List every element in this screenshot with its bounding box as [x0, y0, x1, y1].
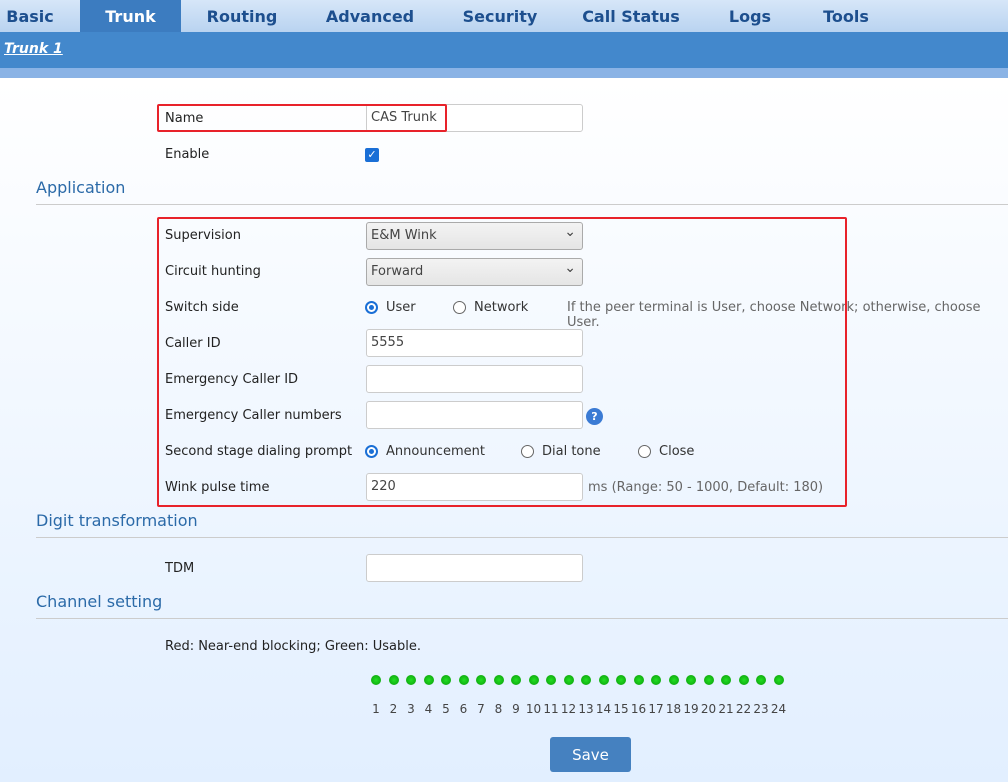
channel-status-11 — [546, 675, 556, 685]
enable-checkbox[interactable]: ✓ — [365, 148, 379, 162]
channel-status-21 — [721, 675, 731, 685]
channel-status-17 — [651, 675, 661, 685]
channel-number: 6 — [459, 702, 468, 716]
channel-status-8 — [493, 675, 504, 685]
channel-status-7 — [476, 675, 486, 685]
tab-routing[interactable]: Routing — [192, 0, 292, 32]
channel-number: 21 — [718, 702, 734, 716]
tab-trunk[interactable]: Trunk — [80, 0, 181, 32]
trunk-1-link[interactable]: Trunk 1 — [4, 41, 63, 57]
channel-status-5 — [441, 675, 451, 685]
channel-status-20 — [703, 675, 714, 685]
channel-number: 16 — [630, 702, 647, 716]
tab-basic[interactable]: Basic — [0, 0, 60, 32]
tdm-label: TDM — [165, 561, 195, 576]
channel-status-2 — [388, 675, 399, 685]
channel-number: 15 — [613, 702, 629, 716]
channel-number: 8 — [494, 702, 503, 716]
tab-call-status[interactable]: Call Status — [571, 0, 691, 32]
channel-status-4 — [423, 675, 434, 685]
channel-status-19 — [686, 675, 696, 685]
divider — [36, 537, 1008, 538]
divider — [36, 204, 1008, 205]
enable-label: Enable — [165, 147, 210, 162]
channel-number: 2 — [389, 702, 398, 716]
highlight-box-name — [157, 104, 447, 132]
channel-status-12 — [563, 675, 574, 685]
channel-status-9 — [511, 675, 521, 685]
divider — [36, 618, 1008, 619]
channel-number: 10 — [525, 702, 542, 716]
section-digit-transformation: Digit transformation — [36, 511, 198, 530]
channel-status-3 — [406, 675, 416, 685]
channel-number: 20 — [700, 702, 717, 716]
channel-number: 24 — [770, 702, 787, 716]
channel-number: 18 — [665, 702, 682, 716]
channel-legend: Red: Near-end blocking; Green: Usable. — [165, 639, 421, 654]
channel-status-18 — [668, 675, 679, 685]
channel-number: 5 — [442, 702, 450, 716]
section-application: Application — [36, 178, 126, 197]
channel-number: 1 — [372, 702, 380, 716]
tab-advanced[interactable]: Advanced — [315, 0, 425, 32]
channel-status-15 — [616, 675, 626, 685]
save-button[interactable]: Save — [550, 737, 631, 772]
channel-number: 17 — [648, 702, 664, 716]
channel-status-10 — [528, 675, 539, 685]
tab-security[interactable]: Security — [450, 0, 550, 32]
channel-number: 9 — [512, 702, 520, 716]
channel-number: 7 — [477, 702, 485, 716]
channel-status-24 — [773, 675, 784, 685]
channel-number: 22 — [735, 702, 752, 716]
channel-status-13 — [581, 675, 591, 685]
tab-tools[interactable]: Tools — [810, 0, 882, 32]
channel-number: 4 — [424, 702, 433, 716]
sub-nav: Trunk 1 — [0, 32, 1008, 68]
channel-status-16 — [633, 675, 644, 685]
section-channel-setting: Channel setting — [36, 592, 163, 611]
divider-strip — [0, 68, 1008, 78]
channel-status-1 — [371, 675, 381, 685]
channel-number: 11 — [543, 702, 559, 716]
channel-number: 14 — [595, 702, 612, 716]
tdm-input[interactable] — [366, 554, 583, 582]
channel-status-6 — [458, 675, 469, 685]
tab-logs[interactable]: Logs — [715, 0, 785, 32]
channel-status-23 — [756, 675, 766, 685]
channel-number: 19 — [683, 702, 699, 716]
channel-status-14 — [598, 675, 609, 685]
top-nav: Basic Trunk Routing Advanced Security Ca… — [0, 0, 1008, 32]
channel-number: 23 — [753, 702, 769, 716]
channel-number: 12 — [560, 702, 577, 716]
channel-status-22 — [738, 675, 749, 685]
channel-number: 3 — [407, 702, 415, 716]
highlight-box-application — [157, 217, 847, 507]
channel-number: 13 — [578, 702, 594, 716]
